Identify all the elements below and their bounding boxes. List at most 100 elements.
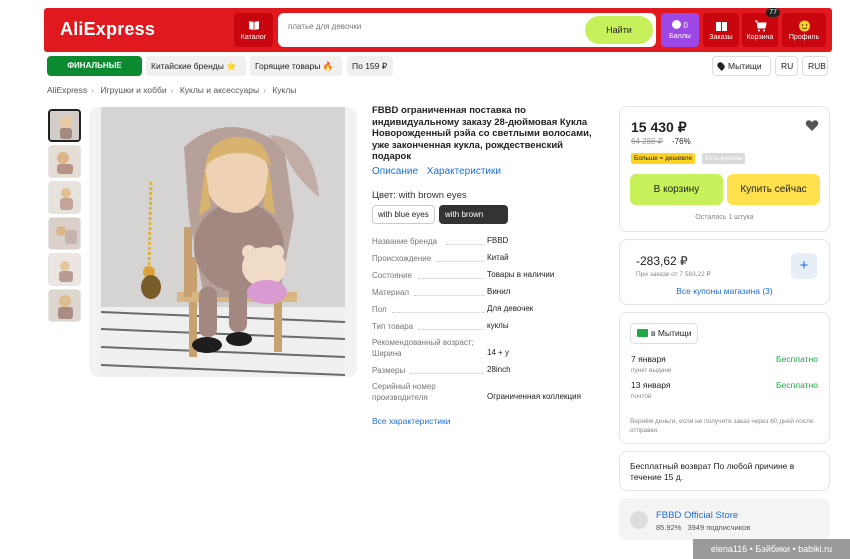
final-sale-link[interactable]: ФИНАЛЬНЫЕ СКИДКИ bbox=[47, 56, 142, 90]
spec-dots bbox=[436, 261, 484, 262]
price-card: 15 430 ₽ 64 288 ₽ -76% Больше = дешевле … bbox=[619, 106, 830, 232]
under-159-link[interactable]: По 159 ₽ bbox=[347, 56, 393, 76]
chevron-right-icon: › bbox=[170, 85, 174, 95]
breadcrumb-item[interactable]: Игрушки и хобби bbox=[100, 85, 166, 95]
more-is-cheaper-badge[interactable]: Больше = дешевле bbox=[631, 153, 696, 164]
add-to-cart-button[interactable]: В корзину bbox=[630, 174, 723, 205]
smile-icon bbox=[798, 20, 810, 32]
spec-value: FBBD bbox=[487, 236, 509, 245]
cart-count-badge: 77 bbox=[766, 8, 780, 17]
spec-name: Состояние bbox=[372, 271, 412, 280]
spec-name: Материал bbox=[372, 288, 410, 297]
chevron-right-icon: › bbox=[263, 85, 266, 95]
orders-label: Заказы bbox=[709, 34, 733, 41]
plus-icon: + bbox=[799, 257, 809, 274]
points-count: 0 bbox=[683, 21, 688, 30]
color-label: Цвет: with brown eyes bbox=[372, 190, 467, 201]
hot-items-link[interactable]: Горящие товары 🔥 bbox=[250, 56, 342, 76]
tab-specs[interactable]: Характеристики bbox=[427, 166, 501, 177]
doll-thumbnail-image bbox=[49, 290, 80, 321]
all-coupons-link[interactable]: Все купоны магазина (3) bbox=[620, 286, 829, 296]
profile-label: Профиль bbox=[788, 34, 820, 41]
profile-button[interactable]: Профиль bbox=[782, 13, 826, 47]
spec-dots bbox=[418, 278, 484, 279]
add-coupon-button[interactable]: + bbox=[791, 253, 817, 279]
search-input[interactable] bbox=[288, 22, 578, 31]
spec-value: Для девочек bbox=[487, 304, 534, 313]
search-bar: Найти bbox=[278, 13, 656, 47]
spec-name: Размеры bbox=[372, 366, 406, 375]
chinese-brands-link[interactable]: Китайские бренды ⭐ bbox=[146, 56, 246, 76]
spec-name: Рекомендованный возраст; Ширина bbox=[372, 338, 474, 358]
top-header: AliExpress Каталог Найти 0 Баллы Заказы … bbox=[44, 8, 832, 52]
cart-icon bbox=[754, 20, 767, 32]
all-specs-link[interactable]: Все характеристики bbox=[372, 416, 451, 426]
store-meta: 85.92% 3949 подписчиков bbox=[656, 523, 756, 532]
spec-name: Название бренда bbox=[372, 237, 437, 246]
buy-now-button[interactable]: Купить сейчас bbox=[727, 174, 820, 205]
delivery-date: 13 января bbox=[631, 380, 671, 390]
search-button[interactable]: Найти bbox=[585, 16, 653, 44]
spec-dots bbox=[446, 244, 484, 245]
spec-value: 14 + у bbox=[487, 348, 510, 357]
spec-dots bbox=[414, 295, 484, 296]
returns-text: Бесплатный возврат По любой причине в те… bbox=[630, 461, 795, 482]
box-icon bbox=[715, 22, 727, 31]
coupons-badge: Есть купоны bbox=[702, 153, 746, 164]
currency-button[interactable]: RUB bbox=[802, 56, 828, 76]
gallery-thumbnail[interactable] bbox=[48, 109, 81, 142]
delivery-location-button[interactable]: в Мытищи bbox=[630, 323, 699, 344]
gallery-thumbnail[interactable] bbox=[48, 289, 81, 322]
stock-left: Осталась 1 штука bbox=[695, 214, 754, 221]
cart-label: Корзина bbox=[746, 34, 774, 41]
doll-thumbnail-image bbox=[49, 182, 80, 213]
catalog-button[interactable]: Каталог bbox=[234, 13, 273, 47]
gallery-thumbnail[interactable] bbox=[48, 181, 81, 214]
breadcrumb-item[interactable]: AliExpress bbox=[47, 85, 87, 95]
language-button[interactable]: RU bbox=[775, 56, 798, 76]
variant-option[interactable]: with blue eyes bbox=[372, 205, 435, 224]
gallery-thumbnail[interactable] bbox=[48, 145, 81, 178]
spec-name: Тип товара bbox=[372, 322, 414, 331]
location-button[interactable]: Мытищи bbox=[712, 56, 771, 76]
spec-name: Серийный номер производителя bbox=[372, 382, 436, 402]
coupon-amount: -283,62 ₽ bbox=[636, 254, 688, 268]
catalog-label: Каталог bbox=[240, 34, 267, 41]
heart-icon[interactable] bbox=[805, 119, 819, 132]
delivery-card: в Мытищи 7 января пункт выдачи Бесплатно… bbox=[619, 312, 830, 444]
breadcrumb-item[interactable]: Куклы и аксессуары bbox=[180, 85, 259, 95]
spec-value: Винил bbox=[487, 287, 511, 296]
spec-name: Происхождение bbox=[372, 254, 432, 263]
delivery-price: Бесплатно bbox=[776, 354, 818, 364]
spec-dots bbox=[410, 373, 484, 374]
spec-value: Товары в наличии bbox=[487, 270, 555, 279]
variant-option-selected[interactable]: with brown eyes bbox=[439, 205, 508, 236]
money-back-note: Вернём деньги, если не получите заказ че… bbox=[630, 418, 814, 434]
breadcrumb-item[interactable]: Куклы bbox=[272, 85, 296, 95]
tab-description[interactable]: Описание bbox=[372, 166, 418, 177]
store-name[interactable]: FBBD Official Store bbox=[656, 510, 738, 521]
spec-name: Пол bbox=[372, 305, 387, 314]
product-main-image[interactable] bbox=[89, 107, 357, 377]
watermark: elena116 • Бэйбики • babiki.ru bbox=[693, 539, 850, 559]
old-price: 64 288 ₽ bbox=[631, 137, 663, 146]
cart-button[interactable]: Корзина 77 bbox=[742, 8, 780, 47]
store-card[interactable]: FBBD Official Store 85.92% 3949 подписчик… bbox=[619, 498, 830, 540]
gallery-thumbnail[interactable] bbox=[48, 253, 81, 286]
coupon-condition: При заказе от 7 583,22 ₽ bbox=[636, 271, 711, 278]
orders-button[interactable]: Заказы bbox=[703, 13, 739, 47]
spec-value: куклы bbox=[487, 321, 509, 330]
discount-percent: -76% bbox=[672, 137, 691, 146]
location-city: Мытищи bbox=[728, 61, 762, 71]
aliexpress-logo[interactable]: AliExpress bbox=[60, 19, 155, 40]
location-pin-icon bbox=[716, 61, 726, 71]
delivery-type: почтой bbox=[631, 393, 652, 400]
delivery-location: в Мытищи bbox=[651, 328, 692, 338]
store-rating: 85.92% bbox=[656, 523, 682, 532]
returns-card: Бесплатный возврат По любой причине в те… bbox=[619, 451, 830, 491]
product-tabs: Описание Характеристики bbox=[372, 166, 507, 177]
gallery-thumbnail[interactable] bbox=[48, 217, 81, 250]
points-button[interactable]: 0 Баллы bbox=[661, 13, 699, 47]
spec-value: Ограниченная коллекция bbox=[487, 392, 581, 401]
doll-thumbnail-image bbox=[50, 111, 79, 140]
